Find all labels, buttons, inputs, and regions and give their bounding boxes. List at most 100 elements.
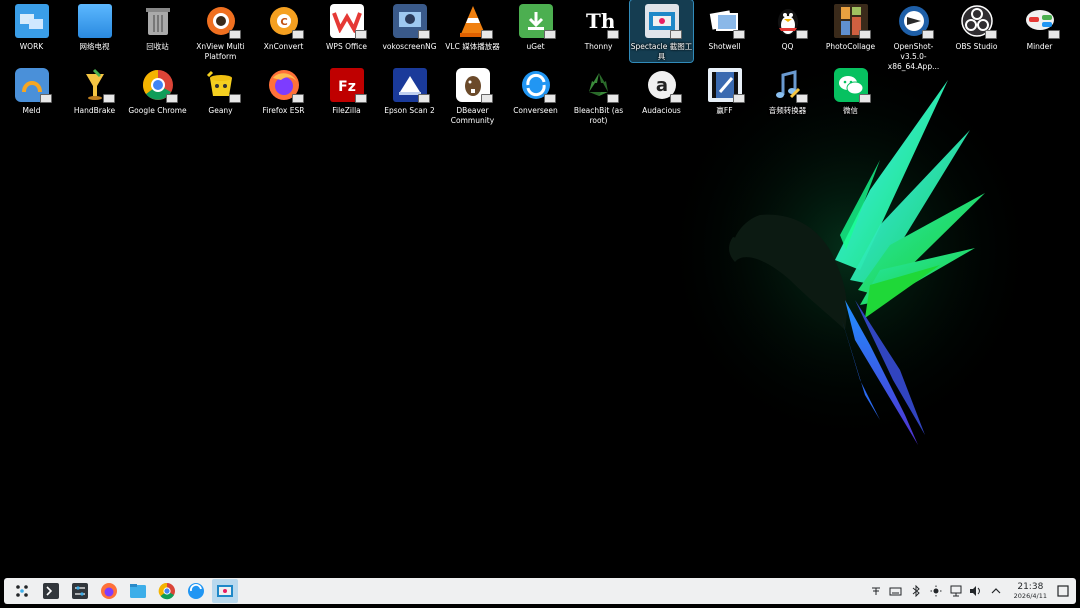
- desktop-icon-bleachbit[interactable]: BleachBit (as root): [567, 64, 630, 126]
- desktop-icon-epson-scan[interactable]: Epson Scan 2: [378, 64, 441, 116]
- desktop-icon-xnview[interactable]: XnView Multi Platform: [189, 0, 252, 62]
- desktop-icon-geany[interactable]: Geany: [189, 64, 252, 116]
- desktop-icon-openshot[interactable]: OpenShot-v3.5.0-x86_64.App...: [882, 0, 945, 72]
- spectacle-icon: [216, 583, 234, 599]
- spectacle-icon: [644, 4, 682, 39]
- desktop-icon-wps[interactable]: WPS Office: [315, 0, 378, 52]
- shortcut-badge-icon: [732, 94, 745, 103]
- desktop-icon-meld[interactable]: Meld: [0, 64, 63, 116]
- taskbar-file-manager-button[interactable]: [125, 579, 151, 603]
- desktop-icon-folder-work[interactable]: WORK: [0, 0, 63, 52]
- desktop-icon-label: DBeaver Community: [450, 106, 495, 125]
- desktop-icon-label: 音频转换器: [768, 106, 807, 115]
- desktop-icon-minder[interactable]: Minder: [1008, 0, 1071, 52]
- desktop-icon-converseen[interactable]: Converseen: [504, 64, 567, 116]
- desktop-icon-label: 网络电视: [79, 42, 110, 51]
- desktop-icon-dbeaver[interactable]: DBeaver Community: [441, 64, 504, 126]
- shortcut-badge-icon: [165, 94, 178, 103]
- clock[interactable]: 21:38 2026/4/11: [1014, 582, 1047, 600]
- desktop-icon-qq-penguin[interactable]: QQ: [756, 0, 819, 52]
- firefox-icon: [100, 582, 118, 600]
- desktop-icon-chrome[interactable]: Google Chrome: [126, 64, 189, 116]
- desktop-icon-wechat[interactable]: 微信: [819, 64, 882, 116]
- shortcut-badge-icon: [1047, 30, 1060, 39]
- shortcut-badge-icon: [417, 94, 430, 103]
- taskbar-converseen-button[interactable]: [183, 579, 209, 603]
- shortcut-badge-icon: [921, 30, 934, 39]
- desktop-icon-label: Converseen: [513, 106, 558, 115]
- desktop-icon-label: FileZilla: [332, 106, 361, 115]
- desktop-icon-vlc[interactable]: VLC 媒体播放器: [441, 0, 504, 52]
- desktop-icon-trash[interactable]: 回收站: [126, 0, 189, 52]
- desktop-icon-label: Firefox ESR: [262, 106, 305, 115]
- desktop-icon-handbrake[interactable]: HandBrake: [63, 64, 126, 116]
- taskbar-terminal-button[interactable]: [38, 579, 64, 603]
- shortcut-badge-icon: [354, 94, 367, 103]
- desktop-icon-label: 赢FF: [716, 106, 733, 115]
- shortcut-badge-icon: [228, 94, 241, 103]
- obs-icon: [960, 4, 997, 39]
- shortcut-badge-icon: [732, 30, 745, 39]
- desktop-icon-vokoscreen[interactable]: vokoscreenNG: [378, 0, 441, 52]
- desktop-icon-audacious[interactable]: a Audacious: [630, 64, 693, 116]
- shortcut-badge-icon: [480, 30, 493, 39]
- brightness-icon[interactable]: [929, 584, 943, 598]
- qq-penguin-icon: [771, 4, 808, 39]
- desktop-icon-winff[interactable]: 赢FF: [693, 64, 756, 116]
- terminal-icon: [42, 582, 60, 600]
- taskbar-firefox-button[interactable]: [96, 579, 122, 603]
- bleachbit-icon: [582, 68, 619, 103]
- taskbar: 21:38 2026/4/11: [4, 578, 1076, 604]
- shortcut-badge-icon: [984, 30, 997, 39]
- expand-tray-icon[interactable]: [989, 584, 1003, 598]
- desktop-icon-uget[interactable]: uGet: [504, 0, 567, 52]
- desktop-icon-label: vokoscreenNG: [382, 42, 437, 51]
- bluetooth-icon[interactable]: [909, 584, 923, 598]
- shortcut-badge-icon: [354, 30, 367, 39]
- show-desktop-icon[interactable]: [1056, 584, 1070, 598]
- audacious-icon: a: [645, 68, 682, 103]
- desktop-icon-label: 微信: [843, 106, 858, 115]
- taskbar-chrome-button[interactable]: [154, 579, 180, 603]
- desktop-icon-label: XnView Multi Platform: [196, 42, 245, 61]
- photocollage-icon: [833, 4, 871, 39]
- desktop-icon-thonny[interactable]: Th Thonny: [567, 0, 630, 52]
- firefox-icon: [267, 68, 304, 103]
- desktop-icon-label: OpenShot-v3.5.0-x86_64.App...: [887, 42, 940, 71]
- shortcut-badge-icon: [858, 94, 871, 103]
- volume-icon[interactable]: [969, 584, 983, 598]
- taskbar-app-launcher-button[interactable]: [9, 579, 35, 603]
- desktop-icon-obs[interactable]: OBS Studio: [945, 0, 1008, 52]
- shortcut-badge-icon: [291, 30, 304, 39]
- desktop-icon-firefox[interactable]: Firefox ESR: [252, 64, 315, 116]
- clipboard-icon[interactable]: [869, 584, 883, 598]
- svg-text:C: C: [280, 17, 287, 28]
- desktop-icon-spectacle[interactable]: Spectacle 截图工具: [629, 0, 694, 63]
- keyboard-icon[interactable]: [889, 584, 903, 598]
- desktop-icon-label: Thonny: [584, 42, 613, 51]
- network-icon[interactable]: [949, 584, 963, 598]
- desktop-icon-shotwell[interactable]: Shotwell: [693, 0, 756, 52]
- settings-icon: [71, 582, 89, 600]
- desktop-icon-audio-converter[interactable]: 音频转换器: [756, 64, 819, 116]
- desktop-icon-label: BleachBit (as root): [573, 106, 624, 125]
- desktop-icon-photocollage[interactable]: PhotoCollage: [819, 0, 882, 52]
- clock-date: 2026/4/11: [1013, 592, 1047, 600]
- svg-text:Fz: Fz: [338, 79, 356, 95]
- shortcut-badge-icon: [606, 30, 619, 39]
- meld-icon: [14, 68, 52, 103]
- shortcut-badge-icon: [543, 94, 556, 103]
- taskbar-spectacle-button[interactable]: [212, 579, 238, 603]
- desktop-icon-folder[interactable]: 网络电视: [63, 0, 126, 52]
- epson-scan-icon: [392, 68, 430, 103]
- handbrake-icon: [78, 68, 115, 103]
- winff-icon: [707, 68, 745, 103]
- desktop-icon-label: Audacious: [642, 106, 681, 115]
- desktop-icon-xnconvert[interactable]: C XnConvert: [252, 0, 315, 52]
- taskbar-settings-button[interactable]: [67, 579, 93, 603]
- xnconvert-icon: C: [267, 4, 304, 39]
- tray-icons: [866, 584, 1006, 598]
- taskbar-launchers: [6, 579, 238, 603]
- desktop-icon-filezilla[interactable]: Fz FileZilla: [315, 64, 378, 116]
- wechat-icon: [833, 68, 871, 103]
